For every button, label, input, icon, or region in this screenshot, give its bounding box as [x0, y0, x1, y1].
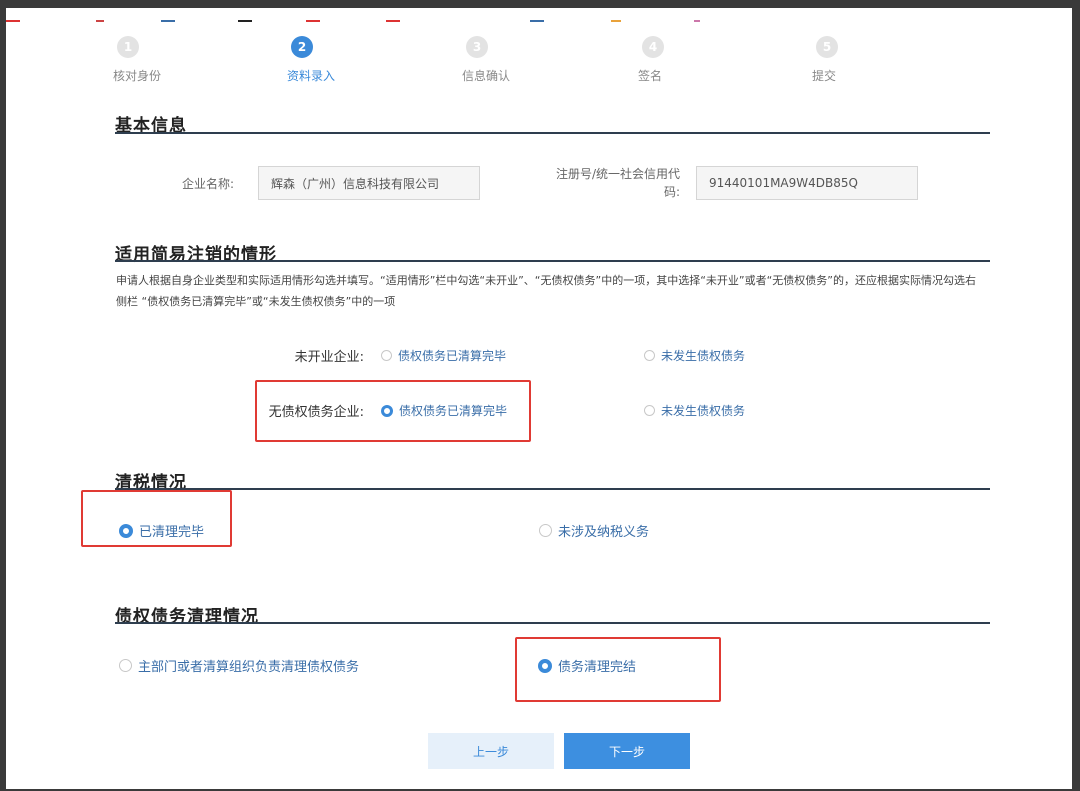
radio-label: 债权债务已清算完毕 [398, 349, 507, 363]
highlight-box [515, 637, 721, 702]
section-divider [115, 488, 990, 490]
next-step-button[interactable]: 下一步 [564, 733, 690, 769]
radio-label: 主部门或者清算组织负责清理债权债务 [138, 660, 360, 675]
step-number: 4 [642, 36, 664, 58]
radio-no-debt-no-debts[interactable]: 未发生债权债务 [644, 402, 745, 419]
highlight-box [81, 490, 232, 547]
step-number: 2 [291, 36, 313, 58]
radio-circle[interactable] [644, 350, 655, 361]
section-divider [115, 622, 990, 624]
highlight-box [255, 380, 531, 442]
radio-not-opened-no-debts[interactable]: 未发生债权债务 [644, 347, 745, 364]
radio-label: 未涉及纳税义务 [558, 525, 650, 540]
row-label-not-opened: 未开业企业: [294, 350, 364, 365]
section-divider [115, 260, 990, 262]
step-number: 3 [466, 36, 488, 58]
company-name-field[interactable]: 辉森（广州）信息科技有限公司 [258, 166, 480, 200]
step-1: 1 核对身份 [113, 36, 193, 84]
radio-circle[interactable] [381, 350, 392, 361]
step-label: 资料录入 [287, 69, 336, 83]
company-name-label: 企业名称: [181, 177, 234, 191]
radio-label: 未发生债权债务 [661, 349, 746, 363]
radio-circle[interactable] [644, 405, 655, 416]
instructions-text: 申请人根据自身企业类型和实际适用情形勾选并填写。“适用情形”栏中勾选“未开业”、… [116, 274, 976, 308]
progress-stepper: 1 核对身份 2 资料录入 3 信息确认 4 签名 5 提交 [6, 8, 1072, 98]
step-2: 2 资料录入 [287, 36, 367, 84]
step-4: 4 签名 [638, 36, 718, 84]
step-label: 核对身份 [113, 69, 162, 83]
step-label: 签名 [638, 69, 663, 83]
credit-code-label: 注册号/统一社会信用代码: [555, 167, 680, 199]
form-page: 1 核对身份 2 资料录入 3 信息确认 4 签名 5 提交 基本信息 企业名称… [6, 8, 1072, 789]
step-number: 1 [117, 36, 139, 58]
step-label: 提交 [812, 69, 837, 83]
section-divider [115, 132, 990, 134]
credit-code-field[interactable]: 91440101MA9W4DB85Q [696, 166, 918, 200]
radio-not-opened-debts-cleared[interactable]: 债权债务已清算完毕 [381, 347, 506, 364]
step-3: 3 信息确认 [462, 36, 542, 84]
radio-label: 未发生债权债务 [661, 404, 746, 418]
step-label: 信息确认 [462, 69, 511, 83]
step-5: 5 提交 [812, 36, 892, 84]
step-number: 5 [816, 36, 838, 58]
radio-circle[interactable] [539, 524, 552, 537]
radio-circle[interactable] [119, 659, 132, 672]
radio-tax-not-involved[interactable]: 未涉及纳税义务 [539, 521, 649, 540]
prev-step-button[interactable]: 上一步 [428, 733, 554, 769]
radio-debt-liquidation-group[interactable]: 主部门或者清算组织负责清理债权债务 [119, 656, 359, 675]
